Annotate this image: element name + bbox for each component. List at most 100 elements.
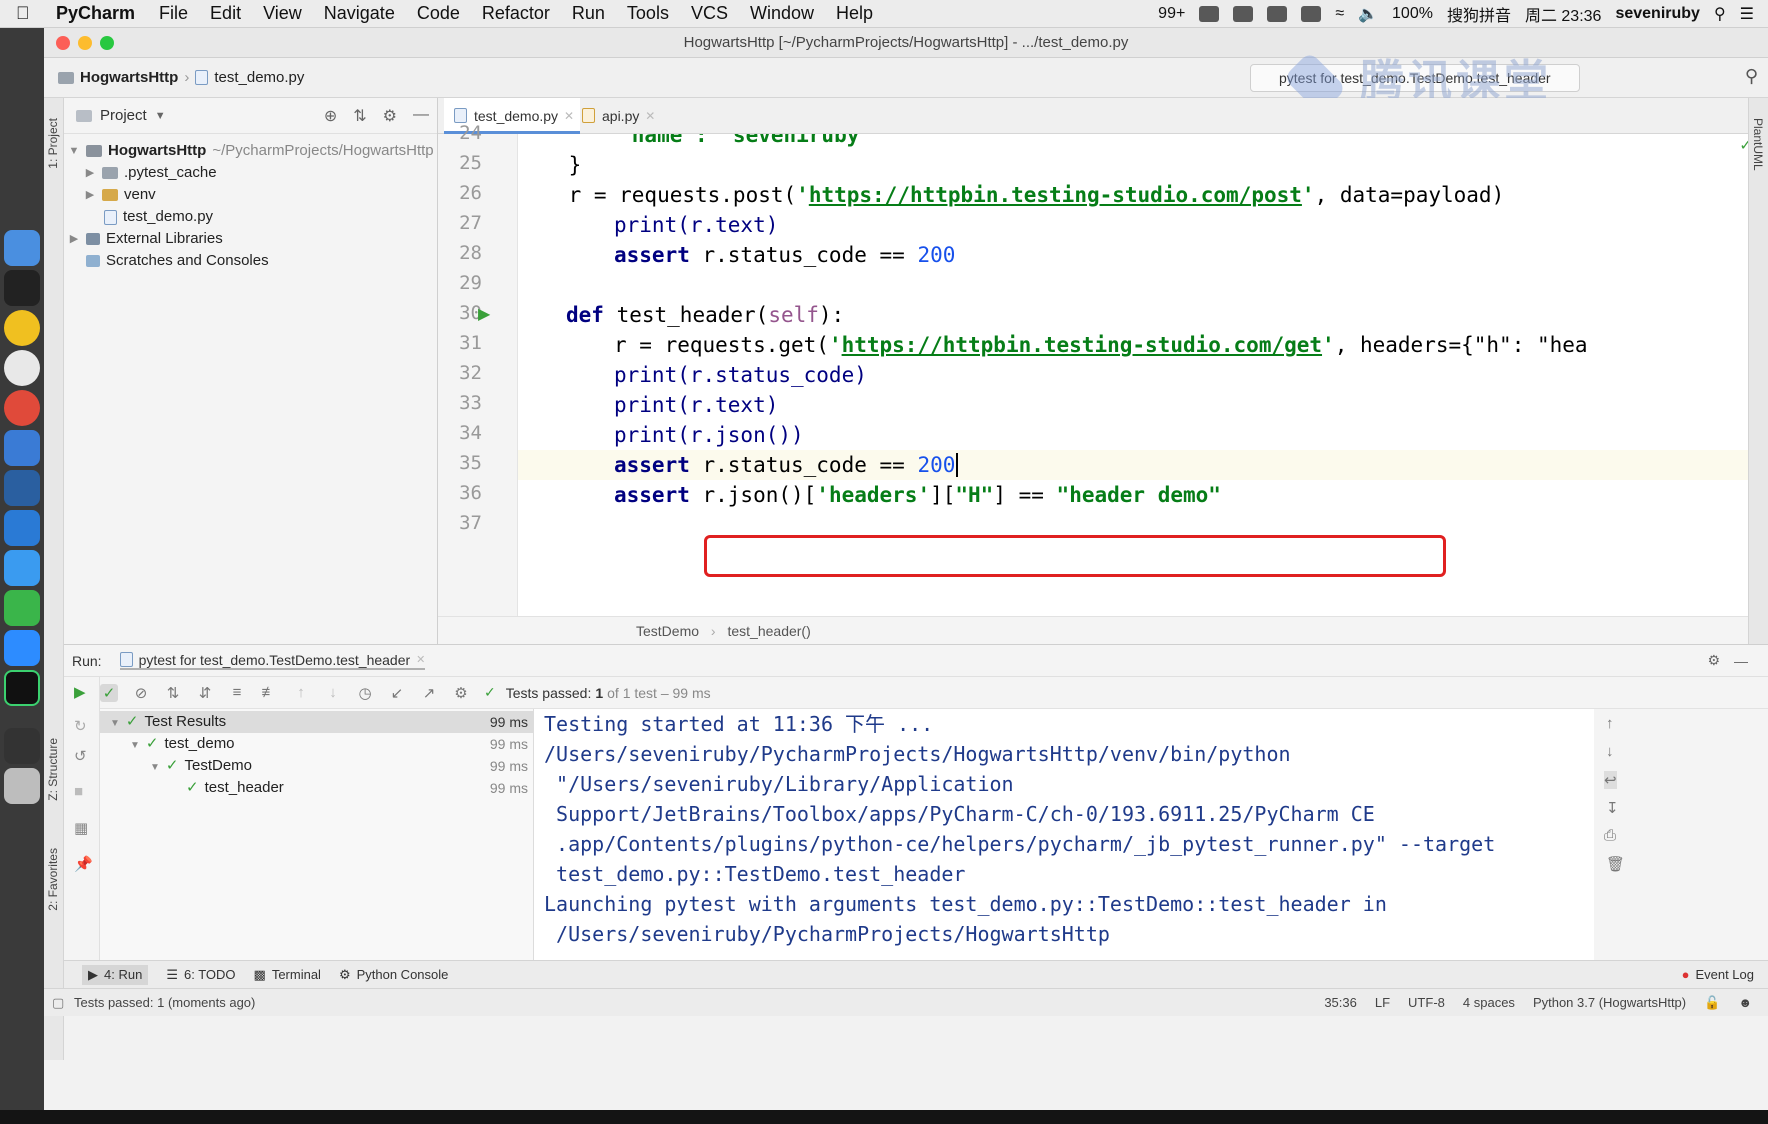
tray-memory-icon[interactable] xyxy=(1301,6,1322,22)
status-message[interactable]: Tests passed: 1 (moments ago) xyxy=(74,989,255,1017)
search-everywhere-icon[interactable]: ⚲ xyxy=(1745,66,1758,87)
expand-arrow-icon[interactable]: ▼ xyxy=(150,762,160,773)
test-row-class[interactable]: ▼ ✓ TestDemo 99 ms xyxy=(100,755,534,777)
notification-count[interactable]: 99+ xyxy=(1158,5,1185,23)
expand-arrow-icon[interactable]: ▼ xyxy=(110,718,120,729)
menu-window[interactable]: Window xyxy=(750,3,814,24)
breadcrumb-project[interactable]: HogwartsHttp xyxy=(80,69,178,86)
status-toggle-icon[interactable]: ▢ xyxy=(52,989,64,1017)
prev-failed-icon[interactable]: ↑ xyxy=(292,684,310,701)
terminal-icon[interactable] xyxy=(4,270,40,306)
volume-icon[interactable]: 🔈 xyxy=(1358,4,1378,24)
run-config-tab[interactable]: pytest for test_demo.TestDemo.test_heade… xyxy=(119,652,426,670)
print-icon[interactable]: ⎙ xyxy=(1604,827,1616,844)
qq-icon[interactable] xyxy=(4,310,40,346)
tree-item-venv[interactable]: ▶ venv xyxy=(84,184,156,206)
tray-glasses-icon[interactable] xyxy=(1267,6,1288,22)
notification-center-icon[interactable]: ☰ xyxy=(1740,4,1754,24)
screen-icon[interactable] xyxy=(4,470,40,506)
scroll-up-icon[interactable]: ↑ xyxy=(1606,715,1614,732)
inspector-icon[interactable]: ☻ xyxy=(1738,989,1752,1017)
expand-all-icon[interactable]: ≡ xyxy=(228,684,246,701)
menu-file[interactable]: File xyxy=(159,3,188,24)
indent-setting[interactable]: 4 spaces xyxy=(1463,989,1515,1017)
tool-tab-todo[interactable]: ☰ 6: TODO xyxy=(166,967,235,983)
menu-refactor[interactable]: Refactor xyxy=(482,3,550,24)
tree-item-scratches[interactable]: Scratches and Consoles xyxy=(68,250,269,272)
show-ignored-icon[interactable]: ⊘ xyxy=(132,684,150,702)
settings-icon[interactable]: ⚙ xyxy=(452,684,470,702)
tool-tab-run[interactable]: ▶ 4: Run xyxy=(82,964,149,985)
event-log-button[interactable]: ● Event Log xyxy=(1682,967,1754,982)
keynote-icon[interactable] xyxy=(4,430,40,466)
apple-icon[interactable]:  xyxy=(16,3,38,24)
spotlight-icon[interactable]: ⚲ xyxy=(1714,4,1726,24)
menu-edit[interactable]: Edit xyxy=(210,3,241,24)
tool-tab-terminal[interactable]: ▩ Terminal xyxy=(254,967,321,983)
clock[interactable]: 周二 23:36 xyxy=(1525,2,1602,26)
rerun-failed-icon[interactable]: ↻ xyxy=(74,717,87,735)
qq-alt-icon[interactable] xyxy=(4,350,40,386)
scroll-down-icon[interactable]: ↓ xyxy=(1606,743,1614,760)
next-failed-icon[interactable]: ↓ xyxy=(324,684,342,701)
show-passed-icon[interactable]: ✓ xyxy=(100,683,118,702)
sort-duration-icon[interactable]: ⇵ xyxy=(196,684,214,702)
tool-tab-python-console[interactable]: ⚙ Python Console xyxy=(339,967,448,983)
tray-app-icon[interactable] xyxy=(1199,6,1220,22)
app-menu-name[interactable]: PyCharm xyxy=(56,3,135,24)
finder-icon[interactable] xyxy=(4,230,40,266)
history-icon[interactable]: ◷ xyxy=(356,684,374,702)
layout-icon[interactable]: ▦ xyxy=(74,819,88,837)
wifi-icon[interactable]: ≈ xyxy=(1335,5,1344,23)
menu-vcs[interactable]: VCS xyxy=(691,3,728,24)
expand-arrow-icon[interactable]: ▶ xyxy=(84,162,96,184)
structure-tool-tab[interactable]: Z: Structure xyxy=(46,738,60,801)
scroll-to-end-icon[interactable]: ↧ xyxy=(1606,799,1619,817)
run-console-output[interactable]: Testing started at 11:36 下午 ... /Users/s… xyxy=(534,709,1594,961)
lock-icon[interactable]: 🔓 xyxy=(1704,989,1720,1017)
close-tab-icon[interactable]: ✕ xyxy=(645,98,655,134)
menu-code[interactable]: Code xyxy=(417,3,460,24)
collapse-all-icon[interactable]: ≢ xyxy=(260,684,278,701)
python-interpreter[interactable]: Python 3.7 (HogwartsHttp) xyxy=(1533,989,1686,1017)
menu-run[interactable]: Run xyxy=(572,3,605,24)
expand-arrow-icon[interactable]: ▶ xyxy=(84,184,96,206)
project-view-selector[interactable]: Project xyxy=(100,107,147,124)
chrome-icon[interactable] xyxy=(4,390,40,426)
hide-panel-icon[interactable]: — xyxy=(413,106,429,126)
sort-alpha-icon[interactable]: ⇅ xyxy=(164,684,182,702)
apk-icon[interactable] xyxy=(4,728,40,764)
caret-position[interactable]: 35:36 xyxy=(1324,989,1357,1017)
zoom-icon[interactable] xyxy=(4,630,40,666)
gear-icon[interactable]: ⚙ xyxy=(1707,652,1720,669)
close-window-button[interactable] xyxy=(56,36,70,50)
clear-all-icon[interactable]: 🗑 xyxy=(1606,855,1625,873)
tray-box-icon[interactable] xyxy=(1233,6,1254,22)
expand-arrow-icon[interactable]: ▶ xyxy=(68,228,80,250)
collapse-all-icon[interactable]: ⇅ xyxy=(353,106,366,126)
tab-api[interactable]: api.py ✕ xyxy=(572,98,661,134)
menu-navigate[interactable]: Navigate xyxy=(324,3,395,24)
breadcrumb-class[interactable]: TestDemo xyxy=(636,623,699,639)
import-tests-icon[interactable]: ↙ xyxy=(388,684,406,702)
tree-item-test-demo[interactable]: test_demo.py xyxy=(104,206,213,228)
plantuml-tool-tab[interactable]: PlantUML xyxy=(1751,118,1765,171)
breadcrumb-file[interactable]: test_demo.py xyxy=(214,69,304,86)
rerun-icon[interactable]: ▶ xyxy=(74,683,86,701)
vscode-icon[interactable] xyxy=(4,510,40,546)
close-tab-icon[interactable]: ✕ xyxy=(416,653,425,666)
hide-panel-icon[interactable]: — xyxy=(1734,653,1748,669)
pin-icon[interactable]: 📌 xyxy=(74,855,93,873)
toggle-auto-test-icon[interactable]: ↺ xyxy=(74,747,87,765)
pycharm-icon[interactable] xyxy=(4,670,40,706)
menu-tools[interactable]: Tools xyxy=(627,3,669,24)
breadcrumb-method[interactable]: test_header() xyxy=(727,623,810,639)
tree-item-pytest-cache[interactable]: ▶ .pytest_cache xyxy=(84,162,217,184)
tree-root[interactable]: ▼ HogwartsHttp ~/PycharmProjects/Hogwart… xyxy=(68,140,434,162)
soft-wrap-icon[interactable]: ↩ xyxy=(1604,771,1617,789)
test-row-results[interactable]: ▼ ✓ Test Results 99 ms xyxy=(100,711,534,733)
chevron-down-icon[interactable]: ▼ xyxy=(155,110,166,122)
input-method[interactable]: 搜狗拼音 xyxy=(1447,2,1511,26)
expand-arrow-icon[interactable]: ▼ xyxy=(68,140,80,162)
line-separator[interactable]: LF xyxy=(1375,989,1390,1017)
